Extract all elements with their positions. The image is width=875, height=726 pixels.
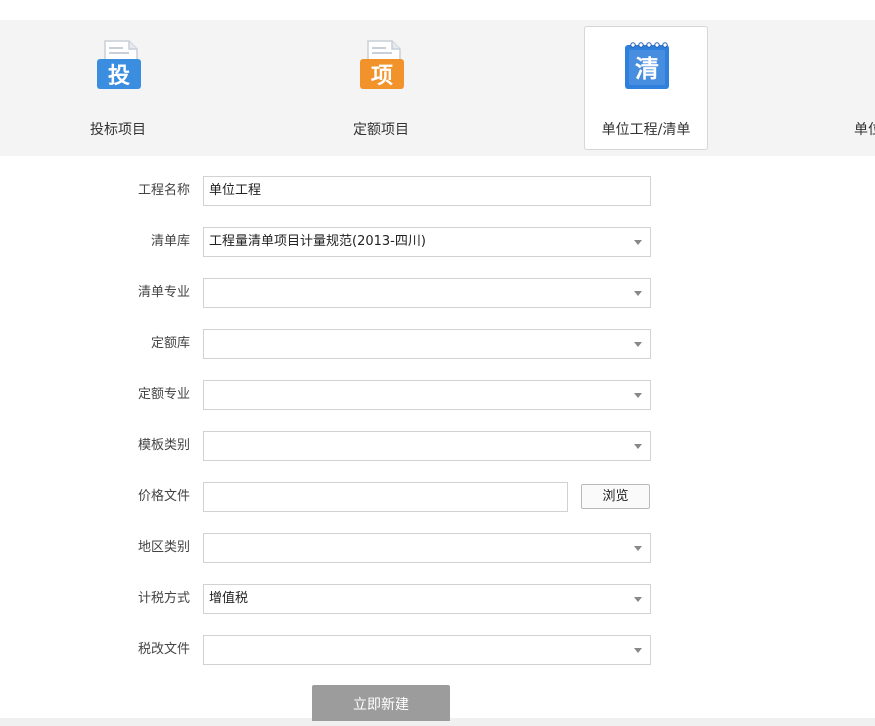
chevron-down-icon <box>634 393 642 398</box>
quota-major-select[interactable] <box>203 380 651 410</box>
tab-unit-project-list[interactable]: 清 单位工程/清单 <box>584 26 708 150</box>
tab-label: 定额项目 <box>353 122 409 138</box>
quota-lib-select[interactable] <box>203 329 651 359</box>
row-template-type: 模板类别 <box>0 430 875 462</box>
chevron-down-icon <box>634 291 642 296</box>
label-quota-major: 定额专业 <box>137 387 190 402</box>
row-quota-lib: 定额库 <box>0 328 875 360</box>
tab-icon-char: 项 <box>371 64 393 89</box>
row-project-name: 工程名称 单位工程 <box>0 175 875 207</box>
label-quota-lib: 定额库 <box>150 336 190 351</box>
label-template-type: 模板类别 <box>137 438 190 453</box>
region-type-select[interactable] <box>203 533 651 563</box>
chevron-down-icon <box>634 444 642 449</box>
tab-icon-char: 清 <box>635 55 659 83</box>
browse-button[interactable]: 浏览 <box>581 484 650 509</box>
row-list-lib: 清单库 工程量清单项目计量规范(2013-四川) <box>0 226 875 258</box>
list-major-select[interactable] <box>203 278 651 308</box>
tax-method-select[interactable]: 增值税 <box>203 584 651 614</box>
create-now-button[interactable]: 立即新建 <box>312 685 450 721</box>
tab-icon-char: 投 <box>108 64 130 89</box>
list-lib-select[interactable]: 工程量清单项目计量规范(2013-四川) <box>203 227 651 257</box>
project-type-tabbar: 投 投标项目 项 定额项目 清 单位工程/清单 单位 <box>0 20 875 156</box>
label-list-major: 清单专业 <box>137 285 190 300</box>
tab-unit-partial[interactable]: 单位 <box>813 26 875 150</box>
label-tax-method: 计税方式 <box>137 591 190 606</box>
quota-file-icon: 项 <box>360 40 404 89</box>
row-tax-file: 税改文件 <box>0 634 875 666</box>
chevron-down-icon <box>634 546 642 551</box>
label-tax-file: 税改文件 <box>137 642 190 657</box>
project-name-input[interactable]: 单位工程 <box>203 176 651 206</box>
list-notebook-icon: 清 <box>625 42 669 89</box>
label-price-file: 价格文件 <box>137 489 190 504</box>
row-list-major: 清单专业 <box>0 277 875 309</box>
list-lib-value: 工程量清单项目计量规范(2013-四川) <box>209 234 426 249</box>
label-list-lib: 清单库 <box>150 234 190 249</box>
price-file-input[interactable] <box>203 482 568 512</box>
chevron-down-icon <box>634 342 642 347</box>
label-region-type: 地区类别 <box>137 540 190 555</box>
chevron-down-icon <box>634 648 642 653</box>
tab-label: 单位 <box>854 122 875 138</box>
row-quota-major: 定额专业 <box>0 379 875 411</box>
tab-label: 投标项目 <box>90 122 146 138</box>
chevron-down-icon <box>634 597 642 602</box>
tab-bid-project[interactable]: 投 投标项目 <box>56 26 180 150</box>
row-tax-method: 计税方式 增值税 <box>0 583 875 615</box>
row-region-type: 地区类别 <box>0 532 875 564</box>
tax-file-select[interactable] <box>203 635 651 665</box>
tax-method-value: 增值税 <box>209 591 249 606</box>
tab-quota-project[interactable]: 项 定额项目 <box>319 26 443 150</box>
label-project-name: 工程名称 <box>137 183 190 198</box>
tab-label: 单位工程/清单 <box>601 122 691 138</box>
chevron-down-icon <box>634 240 642 245</box>
template-type-select[interactable] <box>203 431 651 461</box>
row-price-file: 价格文件 浏览 <box>0 481 875 513</box>
project-name-value: 单位工程 <box>209 183 262 198</box>
bid-file-icon: 投 <box>97 40 141 89</box>
